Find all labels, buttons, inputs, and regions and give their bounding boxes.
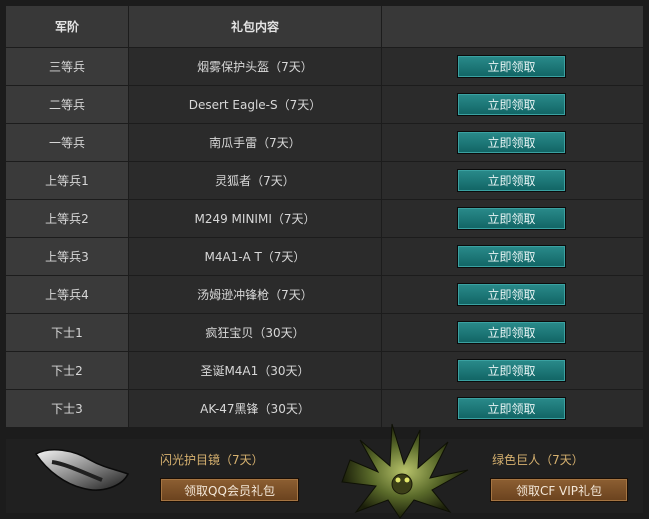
- action-cell: 立即领取: [382, 124, 643, 161]
- gift-cell: M249 MINIMI（7天）: [129, 200, 381, 237]
- claim-now-button[interactable]: 立即领取: [457, 283, 566, 306]
- claim-now-button[interactable]: 立即领取: [457, 55, 566, 78]
- table-row: 一等兵 南瓜手雷（7天） 立即领取: [6, 124, 643, 161]
- gift-cell: 圣诞M4A1（30天）: [129, 352, 381, 389]
- table-row: 下士3 AK-47黑锋（30天） 立即领取: [6, 390, 643, 427]
- claim-now-button[interactable]: 立即领取: [457, 321, 566, 344]
- rank-cell: 下士1: [6, 314, 128, 351]
- gift-cell: 烟雾保护头盔（7天）: [129, 48, 381, 85]
- claim-now-button[interactable]: 立即领取: [457, 207, 566, 230]
- header-rank: 军阶: [6, 6, 128, 47]
- rank-cell: 上等兵2: [6, 200, 128, 237]
- action-cell: 立即领取: [382, 314, 643, 351]
- gift-cell: Desert Eagle-S（7天）: [129, 86, 381, 123]
- table-header: 军阶 礼包内容: [6, 6, 643, 47]
- green-giant-icon: [341, 423, 469, 519]
- claim-now-button[interactable]: 立即领取: [457, 93, 566, 116]
- claim-now-button[interactable]: 立即领取: [457, 169, 566, 192]
- rank-cell: 下士3: [6, 390, 128, 427]
- action-cell: 立即领取: [382, 352, 643, 389]
- gift-cell: M4A1-A T（7天）: [129, 238, 381, 275]
- gift-cell: 南瓜手雷（7天）: [129, 124, 381, 161]
- action-cell: 立即领取: [382, 200, 643, 237]
- rank-cell: 一等兵: [6, 124, 128, 161]
- table-row: 二等兵 Desert Eagle-S（7天） 立即领取: [6, 86, 643, 123]
- action-cell: 立即领取: [382, 86, 643, 123]
- table-row: 三等兵 烟雾保护头盔（7天） 立即领取: [6, 48, 643, 85]
- rank-cell: 上等兵4: [6, 276, 128, 313]
- table-row: 上等兵2 M249 MINIMI（7天） 立即领取: [6, 200, 643, 237]
- rank-cell: 上等兵3: [6, 238, 128, 275]
- table-row: 上等兵1 灵狐者（7天） 立即领取: [6, 162, 643, 199]
- rank-cell: 三等兵: [6, 48, 128, 85]
- header-action: [382, 6, 643, 47]
- claim-cf-vip-gift-button[interactable]: 领取CF VIP礼包: [490, 478, 628, 502]
- table-row: 下士2 圣诞M4A1（30天） 立即领取: [6, 352, 643, 389]
- flash-goggles-icon: [34, 448, 130, 491]
- claim-now-button[interactable]: 立即领取: [457, 397, 566, 420]
- gift-cell: 灵狐者（7天）: [129, 162, 381, 199]
- goggles-gift-name: 闪光护目镜（7天）: [160, 453, 264, 467]
- gift-cell: 汤姆逊冲锋枪（7天）: [129, 276, 381, 313]
- action-cell: 立即领取: [382, 276, 643, 313]
- table-row: 上等兵4 汤姆逊冲锋枪（7天） 立即领取: [6, 276, 643, 313]
- action-cell: 立即领取: [382, 162, 643, 199]
- rank-cell: 二等兵: [6, 86, 128, 123]
- claim-now-button[interactable]: 立即领取: [457, 359, 566, 382]
- gift-table: 军阶 礼包内容 三等兵 烟雾保护头盔（7天） 立即领取 二等兵 Desert Eagle…: [6, 6, 643, 428]
- table-row: 上等兵3 M4A1-A T（7天） 立即领取: [6, 238, 643, 275]
- header-gift: 礼包内容: [129, 6, 381, 47]
- rank-cell: 上等兵1: [6, 162, 128, 199]
- claim-now-button[interactable]: 立即领取: [457, 245, 566, 268]
- gift-cell: 疯狂宝贝（30天）: [129, 314, 381, 351]
- action-cell: 立即领取: [382, 48, 643, 85]
- rank-cell: 下士2: [6, 352, 128, 389]
- action-cell: 立即领取: [382, 238, 643, 275]
- green-giant-gift-name: 绿色巨人（7天）: [492, 453, 584, 467]
- table-row: 下士1 疯狂宝贝（30天） 立即领取: [6, 314, 643, 351]
- claim-now-button[interactable]: 立即领取: [457, 131, 566, 154]
- claim-qq-member-gift-button[interactable]: 领取QQ会员礼包: [160, 478, 299, 502]
